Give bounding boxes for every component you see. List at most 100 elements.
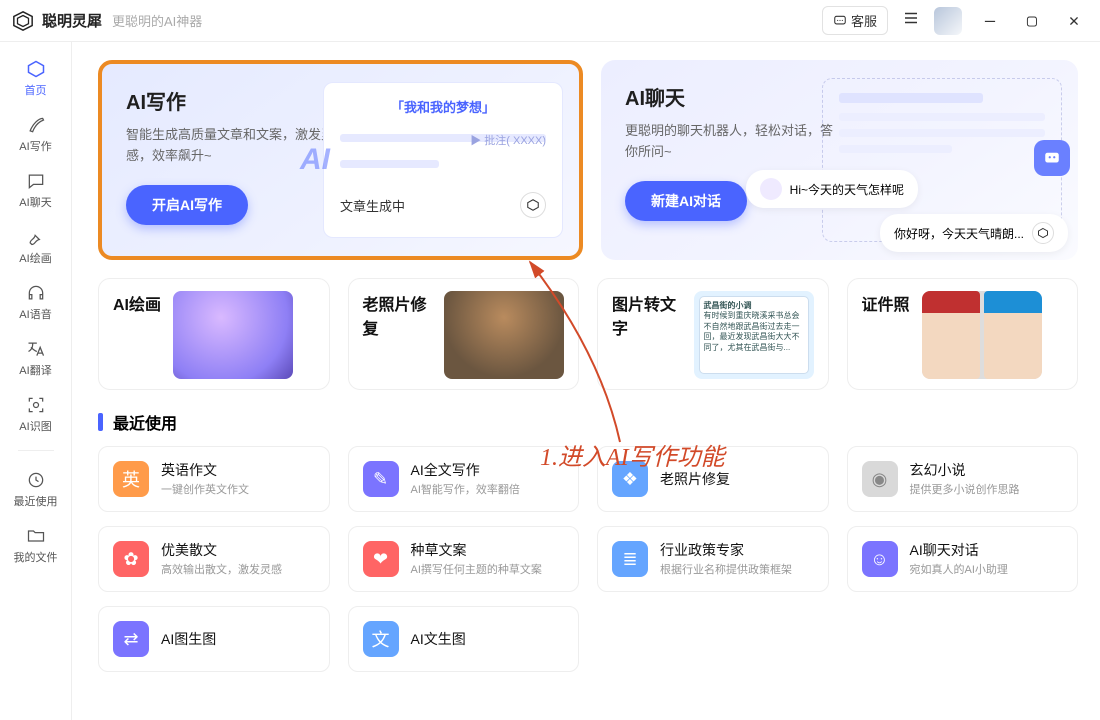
feature-card-oldphoto[interactable]: 老照片修复 [348,278,580,390]
app-logo-icon [12,10,34,32]
recent-item[interactable]: ≣ 行业政策专家根据行业名称提供政策框架 [597,526,829,592]
imgtext-thumbnail: 武昌街的小调 有时候到重庆晓溪采书总会不自然地跟武昌街过去走一回，最近发现武昌街… [694,291,814,379]
sidebar-item-label: 最近使用 [14,493,58,509]
recent-subtitle: 提供更多小说创作思路 [910,481,1020,497]
app-name: 聪明灵犀 [42,10,102,31]
recent-item[interactable]: 文 AI文生图 [348,606,580,672]
hexagon-small-icon [520,192,546,218]
feather-icon [25,114,47,136]
chat-bot-icon [1034,140,1070,176]
recent-item[interactable]: ◉玄幻小说提供更多小说创作思路 [847,446,1079,512]
doc-body: 有时候到重庆晓溪采书总会不自然地跟武昌街过去走一回，最近发现武昌街大大不同了，尤… [704,311,800,351]
feature-title: 证件照 [862,291,910,315]
sidebar-item-chat[interactable]: AI聊天 [7,164,65,214]
recent-icon: ≣ [612,541,648,577]
window-maximize-button[interactable]: ▢ [1018,11,1046,31]
scan-icon [25,394,47,416]
menu-button[interactable] [898,5,924,36]
recent-item[interactable]: 英英语作文一键创作英文作文 [98,446,330,512]
hero-card-chat[interactable]: AI聊天 更聪明的聊天机器人，轻松对话，答你所问~ 新建AI对话 Hi~今天的天… [601,60,1078,260]
writing-visual-topic: 「我和我的梦想」 [340,97,546,116]
recent-item[interactable]: ✿ 优美散文高效输出散文，激发灵感 [98,526,330,592]
recent-icon: ✿ [113,541,149,577]
idphoto-thumbnail [922,291,1042,379]
recent-title: AI文生图 [411,630,466,648]
hero-chat-desc: 更聪明的聊天机器人，轻松对话，答你所问~ [625,121,835,163]
chat-bubble1-text: Hi~今天的天气怎样呢 [790,181,904,198]
customer-service-button[interactable]: 客服 [822,6,888,35]
start-chat-button[interactable]: 新建AI对话 [625,181,747,221]
sidebar-item-label: AI语音 [19,306,51,322]
hamburger-icon [902,9,920,27]
feature-title: 老照片修复 [363,291,433,339]
sidebar-item-files[interactable]: 我的文件 [7,519,65,569]
avatar-small-icon [760,178,782,200]
sidebar-item-label: AI聊天 [19,194,51,210]
sidebar-item-drawing[interactable]: AI绘画 [7,220,65,270]
sidebar-item-label: AI写作 [19,138,51,154]
recent-item[interactable]: ❤种草文案AI撰写任何主题的种草文案 [348,526,580,592]
chat-icon [25,170,47,192]
sidebar-item-label: AI翻译 [19,362,51,378]
recent-title: AI聊天对话 [910,541,1008,559]
recent-item[interactable]: ☺ AI聊天对话宛如真人的AI小助理 [847,526,1079,592]
sidebar-item-voice[interactable]: AI语音 [7,276,65,326]
translate-icon [25,338,47,360]
window-close-button[interactable]: ✕ [1060,11,1088,31]
ai-text-icon: AI [300,143,330,177]
feature-title: 图片转文字 [612,291,682,339]
recent-item[interactable]: ✎ AI全文写作 AI智能写作，效率翻倍 [348,446,580,512]
recent-icon: ☺ [862,541,898,577]
recent-icon: ⇄ [113,621,149,657]
recent-item[interactable]: ❖ 老照片修复 [597,446,829,512]
headphone-icon [25,282,47,304]
customer-service-label: 客服 [851,11,877,30]
recent-subtitle: 根据行业名称提供政策框架 [660,561,792,577]
recent-item[interactable]: ⇄ AI图生图 [98,606,330,672]
hero-card-writing[interactable]: AI写作 智能生成高质量文章和文案，激发灵感，效率飙升~ 开启AI写作 「我和我… [98,60,583,260]
feature-card-idphoto[interactable]: 证件照 [847,278,1079,390]
start-writing-button[interactable]: 开启AI写作 [126,185,248,225]
feature-card-drawing[interactable]: AI绘画 [98,278,330,390]
chat-bubble-user: Hi~今天的天气怎样呢 [746,170,918,208]
feature-card-imgtext[interactable]: 图片转文字 武昌街的小调 有时候到重庆晓溪采书总会不自然地跟武昌街过去走一回，最… [597,278,829,390]
oldphoto-thumbnail [444,291,564,379]
chat-bubble-bot: 你好呀，今天天气晴朗... [880,214,1068,252]
sidebar: 首页 AI写作 AI聊天 AI绘画 AI语音 AI翻译 AI识图 最 [0,42,72,720]
chat-bubble2-text: 你好呀，今天天气晴朗... [894,225,1024,242]
recent-title: AI图生图 [161,630,216,648]
hexagon-small-icon [1032,222,1054,244]
recent-icon: ✎ [363,461,399,497]
recent-icon: 英 [113,461,149,497]
hero-writing-visual: 「我和我的梦想」 AI ▶ 批注( XXXX) 文章生成中 [323,82,563,238]
recent-title: 英语作文 [161,461,249,479]
recent-icon: 文 [363,621,399,657]
chat-bubble-icon [833,14,847,28]
sidebar-item-home[interactable]: 首页 [7,52,65,102]
recent-icon: ❤ [363,541,399,577]
sidebar-item-writing[interactable]: AI写作 [7,108,65,158]
recent-icon: ❖ [612,461,648,497]
history-icon [25,469,47,491]
sidebar-item-recent[interactable]: 最近使用 [7,463,65,513]
sidebar-item-image[interactable]: AI识图 [7,388,65,438]
recent-subtitle: 一键创作英文作文 [161,481,249,497]
window-minimize-button[interactable]: — [976,11,1004,31]
recent-title: AI全文写作 [411,461,520,479]
recent-title: 老照片修复 [660,470,730,488]
sidebar-item-translate[interactable]: AI翻译 [7,332,65,382]
recent-subtitle: 高效输出散文，激发灵感 [161,561,282,577]
recent-title: 优美散文 [161,541,282,559]
recent-title: 行业政策专家 [660,541,792,559]
feature-title: AI绘画 [113,291,161,315]
recent-subtitle: AI智能写作，效率翻倍 [411,481,520,497]
brush-icon [25,226,47,248]
writing-visual-status: 文章生成中 [340,196,405,215]
recent-title: 玄幻小说 [910,461,1020,479]
recent-subtitle: 宛如真人的AI小助理 [910,561,1008,577]
recent-header: 最近使用 [113,410,177,434]
folder-icon [25,525,47,547]
drawing-thumbnail [173,291,293,379]
user-avatar[interactable] [934,7,962,35]
hexagon-icon [25,58,47,80]
